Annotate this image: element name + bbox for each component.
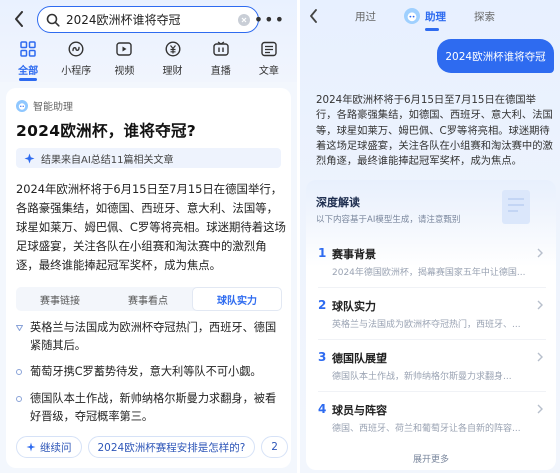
chevron-right-icon: [537, 404, 543, 414]
finance-icon: [164, 40, 182, 58]
chevron-right-icon: [537, 248, 543, 258]
item-number: 1: [318, 246, 327, 260]
subtab-team-strength[interactable]: 球队实力: [192, 287, 282, 311]
ai-summary-icon: [24, 153, 35, 163]
item-summary: 德国队本土作战，新帅纳格尔斯曼力求翻身...: [332, 372, 512, 382]
item-summary: 2024年德国欧洲杯，揭幕赛国家五年中让德国...: [332, 268, 526, 278]
deep-item-team-strength[interactable]: 2 球队实力 英格兰与法国成为欧洲杯夺冠热门，西班牙、...: [314, 294, 550, 340]
suggested-question-chip[interactable]: 2: [261, 436, 288, 458]
assistant-label: 智能助理: [33, 102, 73, 113]
subtab-highlights[interactable]: 赛事看点: [104, 287, 192, 311]
item-number: 4: [318, 402, 327, 416]
triangle-bullet-icon: [16, 325, 23, 331]
deep-analysis-disclaimer: 以下内容基于AI模型生成，请注意甄别: [316, 215, 461, 225]
tab-assistant[interactable]: 助理: [404, 8, 446, 24]
item-title: 球员与阵容: [332, 404, 387, 417]
back-icon[interactable]: [304, 7, 322, 25]
live-icon: [212, 40, 230, 58]
tab-label: 文章: [258, 66, 279, 77]
tab-explore[interactable]: 探索: [474, 9, 495, 24]
article-icon: [260, 40, 278, 58]
tab-miniprogram[interactable]: 小程序: [56, 40, 96, 80]
suggested-question-chip[interactable]: 2024欧洲杯赛程安排是怎样的?: [87, 436, 256, 458]
document-decoration-icon: [502, 190, 530, 224]
tab-label: 助理: [425, 10, 446, 23]
ai-answer-card: 智能助理 2024欧洲杯，谁将夺冠? 结果来自AI总结11篇相关文章 2024年…: [6, 88, 291, 468]
sparkle-icon: [26, 442, 36, 452]
circle-bullet-icon: [16, 396, 22, 402]
item-number: 2: [318, 298, 327, 312]
tab-all[interactable]: 全部: [8, 40, 48, 80]
assistant-tabs: 用过 助理 探索: [355, 8, 495, 24]
item-summary: 德国、西班牙、荷兰和葡萄牙让各自新的阵容...: [332, 424, 521, 434]
tab-live[interactable]: 直播: [201, 40, 241, 80]
video-icon: [115, 40, 133, 58]
divider: [318, 287, 546, 288]
search-header: 2024欧洲杯谁将夺冠 ••• 全部 小程序 视频 理财 直播 文章: [0, 0, 297, 82]
back-icon[interactable]: [9, 9, 29, 29]
divider: [318, 339, 546, 340]
question-title: 2024欧洲杯，谁将夺冠?: [16, 122, 197, 140]
assistant-avatar-icon: [404, 8, 420, 24]
subtab-event-links[interactable]: 赛事链接: [16, 287, 104, 311]
grid-icon: [19, 40, 37, 58]
deep-analysis-card: 深度解读 以下内容基于AI模型生成，请注意甄别 1 赛事背景 2024年德国欧洲…: [306, 180, 556, 470]
assistant-answer-text: 2024年欧洲杯将于6月15日至7月15日在德国举行，各路豪强集结，如德国、西班…: [316, 94, 553, 168]
category-tabs: 全部 小程序 视频 理财 直播 文章: [0, 40, 297, 80]
tab-label: 直播: [210, 66, 231, 77]
assistant-chat-panel: 用过 助理 探索 2024欧洲杯谁将夺冠 2024年欧洲杯将于6月15日至7月1…: [300, 0, 560, 473]
item-number: 3: [318, 350, 327, 364]
chevron-right-icon: [537, 300, 543, 310]
source-note[interactable]: 结果来自AI总结11篇相关文章: [16, 148, 281, 168]
tab-label: 视频: [114, 66, 135, 77]
tab-article[interactable]: 文章: [249, 40, 289, 80]
deep-analysis-title: 深度解读: [316, 196, 360, 209]
user-message-bubble: 2024欧洲杯谁将夺冠: [437, 39, 554, 73]
more-icon[interactable]: •••: [254, 10, 285, 29]
tab-used[interactable]: 用过: [355, 9, 376, 24]
bullet-text: 英格兰与法国成为欧洲杯夺冠热门，西班牙、德国紧随其后。: [30, 321, 277, 352]
tab-label: 理财: [162, 66, 183, 77]
continue-asking-chip[interactable]: 继续问: [16, 436, 82, 458]
item-title: 德国队展望: [332, 352, 387, 365]
search-results-panel: 2024欧洲杯谁将夺冠 ••• 全部 小程序 视频 理财 直播 文章 智能助理 …: [0, 0, 297, 473]
assistant-logo-icon: [16, 99, 28, 112]
tab-label: 小程序: [61, 66, 92, 77]
list-item: 葡萄牙携C罗蓄势待发，意大利等队不可小觑。: [16, 363, 282, 381]
divider: [318, 391, 546, 392]
search-query: 2024欧洲杯谁将夺冠: [66, 13, 181, 27]
clear-icon[interactable]: [238, 13, 250, 26]
active-tab-indicator: [425, 28, 439, 31]
answer-subtabs: 赛事链接 赛事看点 球队实力: [16, 287, 282, 311]
search-input[interactable]: 2024欧洲杯谁将夺冠: [37, 6, 259, 33]
deep-item-germany-outlook[interactable]: 3 德国队展望 德国队本土作战，新帅纳格尔斯曼力求翻身...: [314, 346, 550, 392]
item-summary: 英格兰与法国成为欧洲杯夺冠热门，西班牙、...: [332, 320, 521, 330]
chevron-right-icon: [537, 352, 543, 362]
list-item: 德国队本土作战，新帅纳格尔斯曼力求翻身，被看好晋级，夺冠概率第三。: [16, 390, 282, 426]
expand-more-button[interactable]: 展开更多: [306, 452, 556, 465]
answer-text: 2024年欧洲杯将于6月15日至7月15日在德国举行，各路豪强集结，如德国、西班…: [16, 182, 286, 272]
suggestion-chips: 继续问 2024欧洲杯赛程安排是怎样的? 2: [16, 436, 288, 458]
deep-item-players-lineup[interactable]: 4 球员与阵容 德国、西班牙、荷兰和葡萄牙让各自新的阵容...: [314, 398, 550, 442]
tab-video[interactable]: 视频: [104, 40, 144, 80]
item-title: 赛事背景: [332, 248, 376, 261]
miniprogram-icon: [67, 40, 85, 58]
tab-finance[interactable]: 理财: [153, 40, 193, 80]
tab-label: 全部: [18, 66, 39, 77]
deep-item-background[interactable]: 1 赛事背景 2024年德国欧洲杯，揭幕赛国家五年中让德国...: [314, 242, 550, 288]
assistant-header: 智能助理: [16, 98, 73, 113]
bullet-text: 德国队本土作战，新帅纳格尔斯曼力求翻身，被看好晋级，夺冠概率第三。: [30, 392, 277, 423]
active-tab-indicator: [19, 78, 37, 81]
bullet-text: 葡萄牙携C罗蓄势待发，意大利等队不可小觑。: [30, 365, 262, 378]
list-item: 英格兰与法国成为欧洲杯夺冠热门，西班牙、德国紧随其后。: [16, 319, 282, 355]
source-note-text: 结果来自AI总结11篇相关文章: [41, 154, 174, 166]
item-title: 球队实力: [332, 300, 376, 313]
search-icon: [46, 13, 60, 27]
chip-label: 继续问: [40, 441, 72, 454]
circle-bullet-icon: [16, 369, 22, 375]
